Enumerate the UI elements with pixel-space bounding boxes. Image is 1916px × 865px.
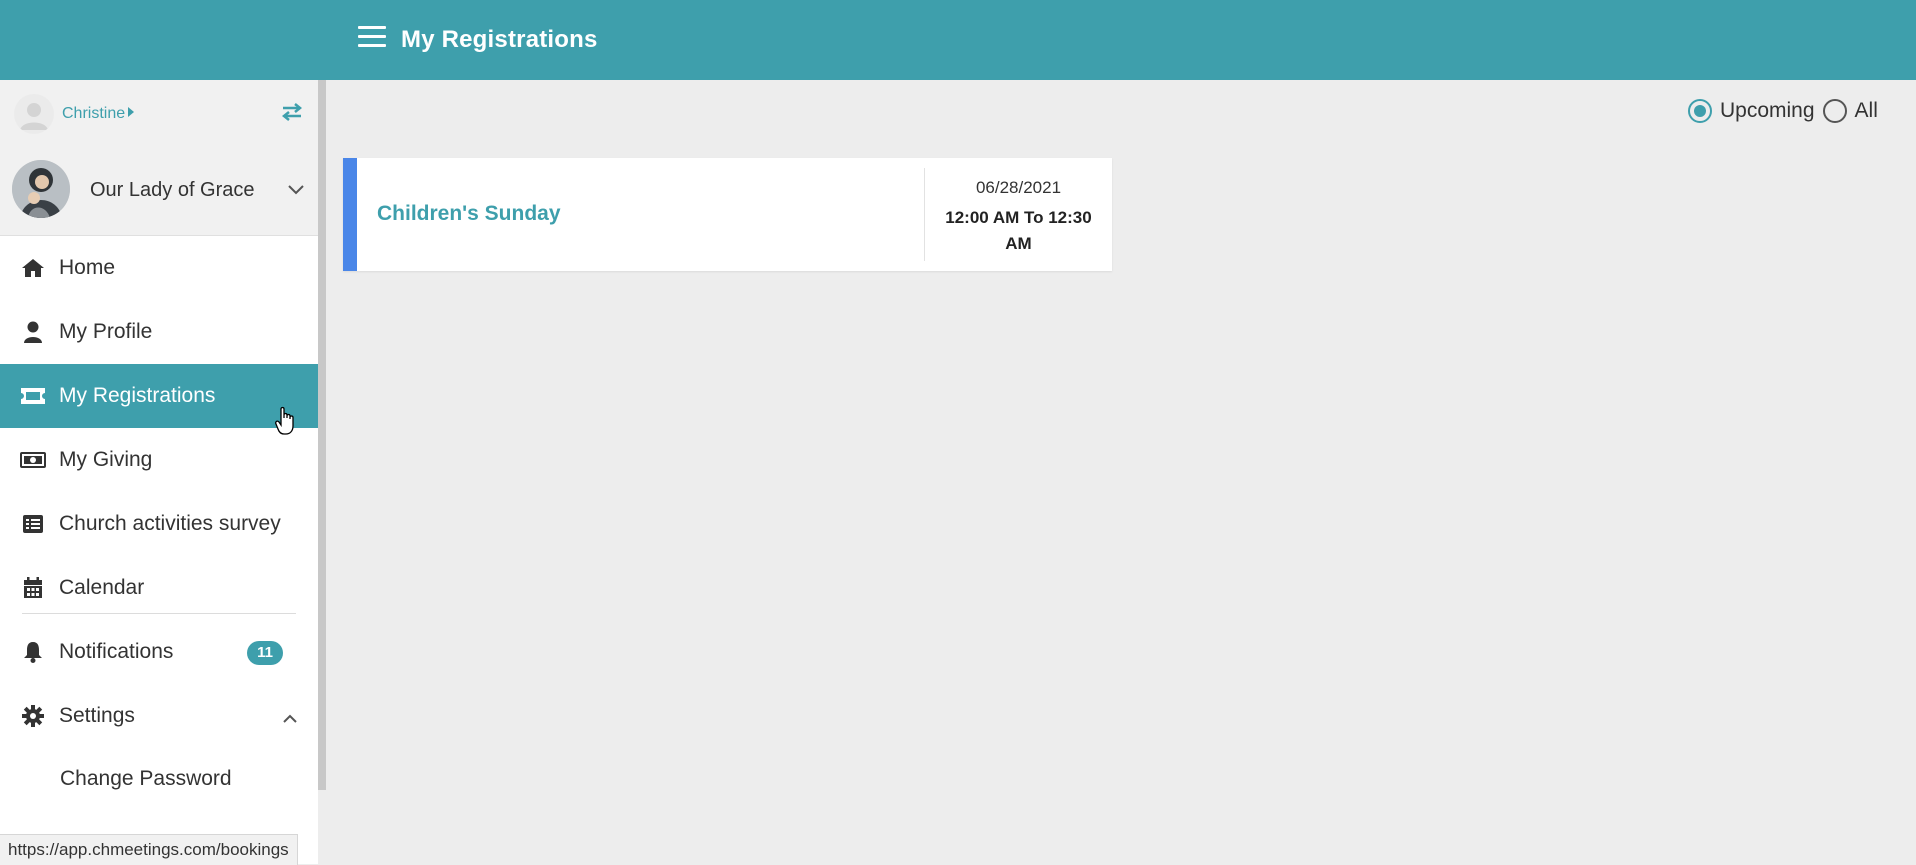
- sidebar-item-my-profile[interactable]: My Profile: [0, 300, 318, 364]
- ticket-icon: [20, 385, 46, 407]
- sidebar-item-label: Calendar: [59, 576, 145, 599]
- user-name: Christine: [62, 105, 126, 122]
- sidebar-item-my-registrations[interactable]: My Registrations: [0, 364, 318, 428]
- sidebar-item-settings[interactable]: Settings: [0, 684, 318, 748]
- card-accent-bar: [343, 158, 357, 271]
- radio-unchecked-icon: [1822, 99, 1847, 123]
- bell-icon: [20, 641, 46, 663]
- filter-all-radio[interactable]: All: [1822, 99, 1878, 123]
- user-row: Christine: [0, 80, 318, 147]
- sidebar-item-my-giving[interactable]: My Giving: [0, 428, 318, 492]
- sidebar-subitem-label: Change Password: [60, 767, 232, 790]
- user-avatar-icon[interactable]: [14, 94, 54, 134]
- notifications-count-badge: 11: [247, 641, 283, 665]
- sidebar-item-label: Notifications: [59, 640, 174, 663]
- registration-date: 06/28/2021: [975, 178, 1062, 197]
- home-icon: [20, 257, 46, 279]
- top-bar: My Registrations: [0, 0, 1916, 80]
- user-icon: [20, 321, 46, 343]
- sidebar-divider: [22, 613, 296, 614]
- status-bar-url: https://app.chmeetings.com/bookings: [0, 834, 298, 865]
- chevron-down-icon[interactable]: [287, 183, 305, 195]
- sidebar-subitem-change-password[interactable]: Change Password: [0, 748, 318, 810]
- filter-all-label: All: [1854, 99, 1878, 122]
- sidebar-item-notifications[interactable]: Notifications 11: [0, 620, 318, 684]
- sidebar-item-home[interactable]: Home: [0, 236, 318, 300]
- sidebar-scrollbar[interactable]: [318, 80, 326, 790]
- registration-filter: Upcoming All: [1688, 96, 1886, 126]
- registration-time: 12:00 AM To 12:30 AM: [945, 208, 1092, 253]
- money-bill-icon: [20, 449, 46, 471]
- radio-checked-icon: [1688, 99, 1712, 123]
- filter-upcoming-radio[interactable]: Upcoming: [1688, 99, 1815, 123]
- organization-logo: [12, 160, 70, 218]
- swap-arrows-icon[interactable]: [281, 102, 303, 122]
- hand-pointer-icon: [275, 406, 297, 436]
- list-icon: [20, 513, 46, 535]
- sidebar-item-label: My Giving: [59, 448, 153, 471]
- filter-upcoming-label: Upcoming: [1720, 99, 1815, 122]
- organization-selector[interactable]: Our Lady of Grace: [0, 147, 318, 236]
- caret-right-icon: [128, 107, 135, 117]
- sidebar-item-calendar[interactable]: Calendar: [0, 556, 318, 620]
- hamburger-menu-icon[interactable]: [358, 26, 386, 50]
- page-title: My Registrations: [401, 26, 598, 53]
- sidebar-item-label: My Registrations: [59, 384, 216, 407]
- sidebar-nav: Home My Profile My Registrations My Givi…: [0, 236, 318, 810]
- sidebar-item-label: Home: [59, 256, 116, 279]
- sidebar-item-label: Settings: [59, 704, 135, 727]
- chevron-up-icon[interactable]: [282, 711, 298, 723]
- sidebar-item-label: My Profile: [59, 320, 153, 343]
- user-name-link[interactable]: Christine: [62, 105, 135, 123]
- registration-title[interactable]: Children's Sunday: [377, 202, 561, 226]
- registration-card[interactable]: Children's Sunday 06/28/2021 12:00 AM To…: [343, 158, 1112, 271]
- organization-name: Our Lady of Grace: [90, 179, 255, 201]
- calendar-icon: [20, 577, 46, 599]
- sidebar-item-church-activities-survey[interactable]: Church activities survey: [0, 492, 318, 556]
- sidebar: Christine Our Lady of Grace Home My Prof…: [0, 80, 318, 864]
- gear-icon: [20, 705, 46, 727]
- sidebar-item-label: Church activities survey: [59, 512, 281, 535]
